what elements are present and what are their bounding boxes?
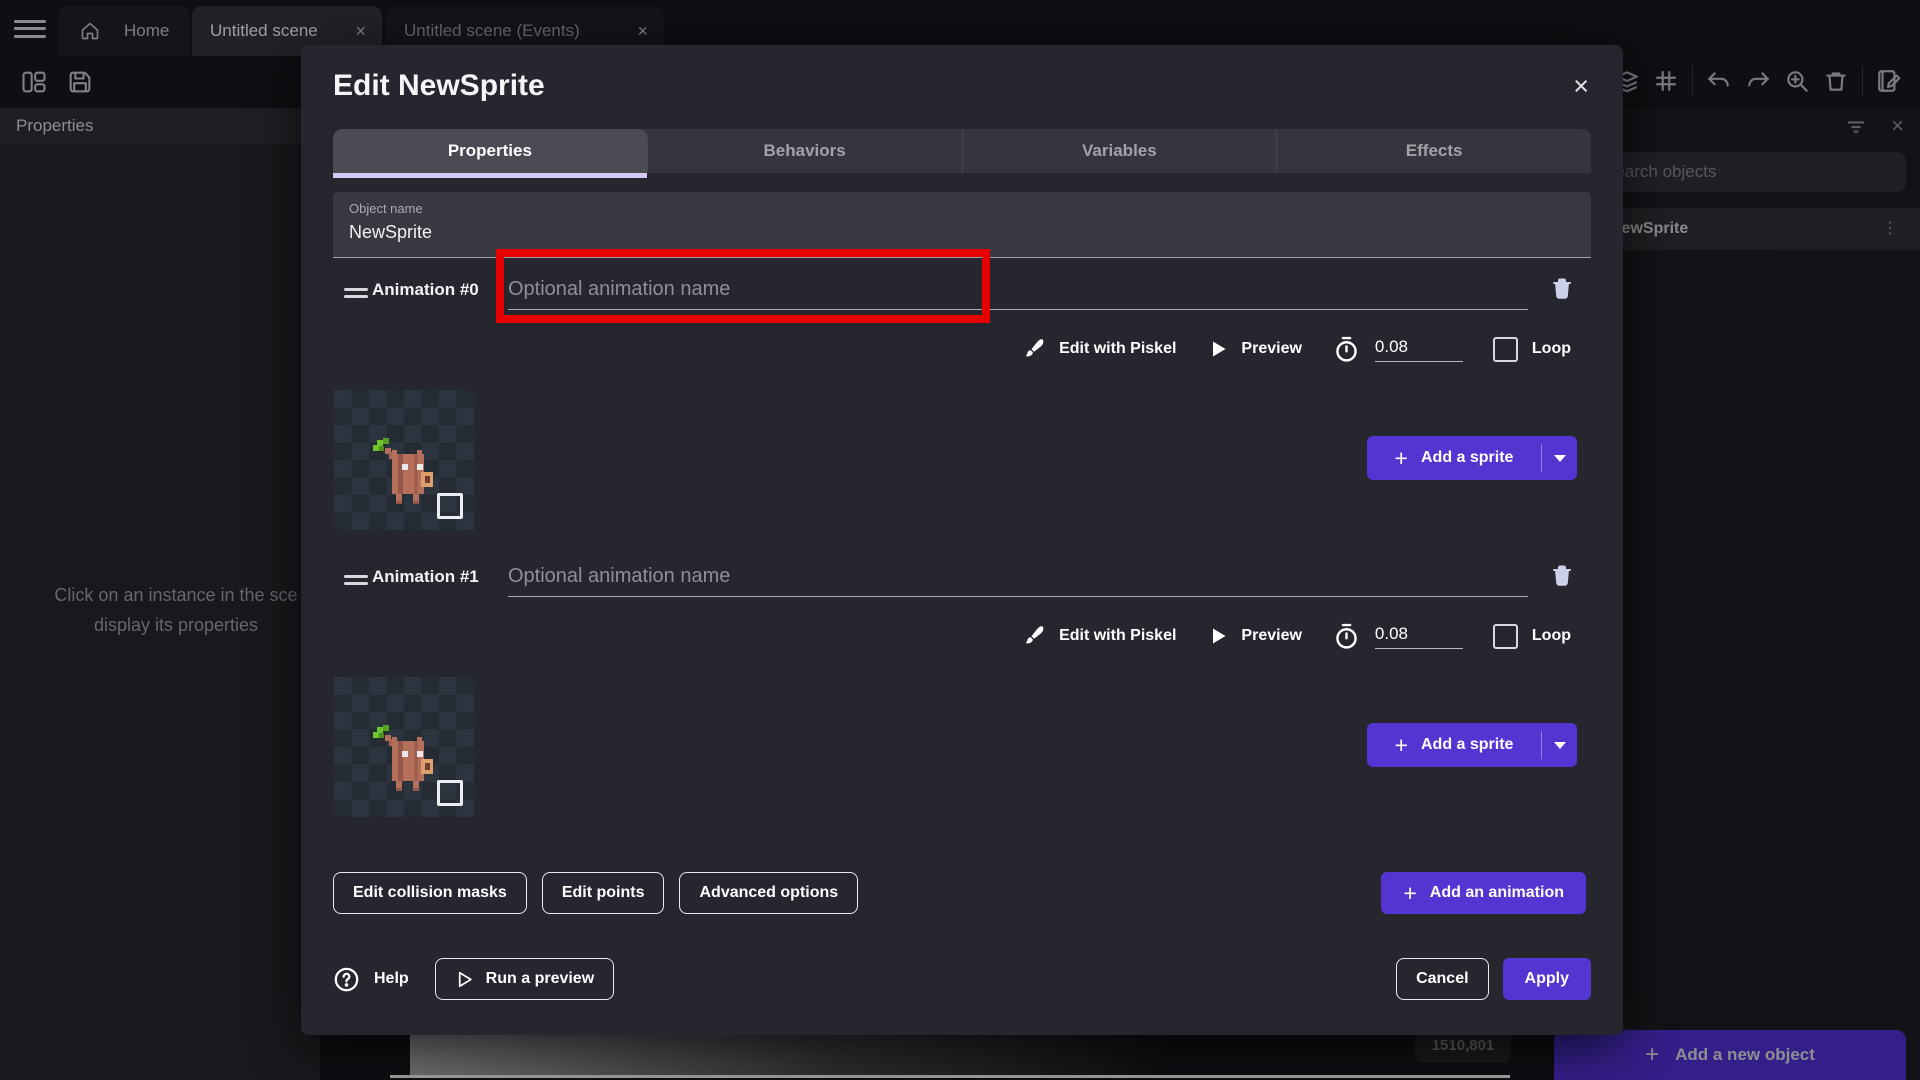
loop-label: Loop xyxy=(1532,627,1571,645)
pig-sprite-image xyxy=(367,719,439,795)
chevron-down-icon xyxy=(1554,455,1566,462)
play-icon xyxy=(1208,339,1228,359)
edit-collision-masks-button[interactable]: Edit collision masks xyxy=(333,872,527,914)
object-name-field: Object name xyxy=(333,192,1591,258)
dialog-tab-bar: Properties Behaviors Variables Effects xyxy=(333,129,1591,173)
add-sprite-button[interactable]: + Add a sprite xyxy=(1367,436,1577,480)
object-name-field-label: Object name xyxy=(349,201,423,216)
tab-properties[interactable]: Properties xyxy=(333,129,648,173)
object-name-input[interactable] xyxy=(349,222,949,243)
tab-variables[interactable]: Variables xyxy=(963,129,1278,173)
dialog-actions-row: Edit collision masks Edit points Advance… xyxy=(333,872,1591,914)
animation-name-input[interactable] xyxy=(508,557,1528,597)
add-sprite-dropdown[interactable] xyxy=(1541,444,1577,472)
animation-name-input[interactable] xyxy=(508,270,1528,310)
sprite-frame-thumbnail[interactable] xyxy=(334,390,474,530)
close-dialog-icon[interactable]: × xyxy=(1573,71,1589,102)
help-button[interactable]: Help xyxy=(333,966,409,993)
brush-icon xyxy=(1022,624,1046,648)
gdevelop-app: Home Untitled scene × Untitled scene (Ev… xyxy=(0,0,1920,1080)
loop-checkbox[interactable] xyxy=(1493,624,1518,649)
edit-sprite-dialog: Edit NewSprite × Properties Behaviors Va… xyxy=(301,45,1623,1035)
cancel-button[interactable]: Cancel xyxy=(1396,958,1488,1000)
delete-animation-button[interactable] xyxy=(1551,276,1573,300)
tab-behaviors[interactable]: Behaviors xyxy=(648,129,963,173)
brush-icon xyxy=(1022,337,1046,361)
animation-label: Animation #0 xyxy=(372,270,479,310)
preview-button[interactable]: Preview xyxy=(1208,626,1301,646)
animation-tools-row: Edit with Piskel Preview Loop xyxy=(1022,615,1571,657)
add-sprite-button[interactable]: + Add a sprite xyxy=(1367,723,1577,767)
plus-icon: + xyxy=(1395,447,1408,470)
run-preview-button[interactable]: Run a preview xyxy=(435,958,614,1000)
timer-icon xyxy=(1332,335,1361,364)
plus-icon: + xyxy=(1395,734,1408,757)
dialog-title: Edit NewSprite xyxy=(333,69,545,103)
edit-with-piskel-button[interactable]: Edit with Piskel xyxy=(1022,337,1176,361)
frame-select-checkbox[interactable] xyxy=(437,780,463,806)
plus-icon: + xyxy=(1403,880,1416,907)
edit-points-button[interactable]: Edit points xyxy=(542,872,665,914)
tab-effects[interactable]: Effects xyxy=(1277,129,1591,173)
sprite-frame-thumbnail[interactable] xyxy=(334,677,474,817)
add-animation-button[interactable]: + Add an animation xyxy=(1381,872,1586,914)
apply-button[interactable]: Apply xyxy=(1503,958,1591,1000)
animation-label: Animation #1 xyxy=(372,557,479,597)
help-icon xyxy=(333,966,360,993)
chevron-down-icon xyxy=(1554,742,1566,749)
drag-handle-icon[interactable] xyxy=(344,284,368,302)
animation-section-1: Animation #1 Edit with Piskel Preview xyxy=(333,557,1591,839)
dialog-footer: Help Run a preview Cancel Apply xyxy=(333,958,1591,1000)
loop-checkbox[interactable] xyxy=(1493,337,1518,362)
add-sprite-dropdown[interactable] xyxy=(1541,731,1577,759)
preview-button[interactable]: Preview xyxy=(1208,339,1301,359)
timer-icon xyxy=(1332,622,1361,651)
advanced-options-button[interactable]: Advanced options xyxy=(679,872,858,914)
edit-with-piskel-button[interactable]: Edit with Piskel xyxy=(1022,624,1176,648)
frame-duration-input[interactable] xyxy=(1375,624,1463,649)
drag-handle-icon[interactable] xyxy=(344,571,368,589)
play-icon xyxy=(1208,626,1228,646)
frame-duration-input[interactable] xyxy=(1375,337,1463,362)
pig-sprite-image xyxy=(367,432,439,508)
loop-label: Loop xyxy=(1532,340,1571,358)
frame-select-checkbox[interactable] xyxy=(437,493,463,519)
animation-section-0: Animation #0 Edit with Piskel Preview xyxy=(333,270,1591,552)
animation-tools-row: Edit with Piskel Preview Loop xyxy=(1022,328,1571,370)
play-outline-icon xyxy=(455,970,474,989)
delete-animation-button[interactable] xyxy=(1551,563,1573,587)
